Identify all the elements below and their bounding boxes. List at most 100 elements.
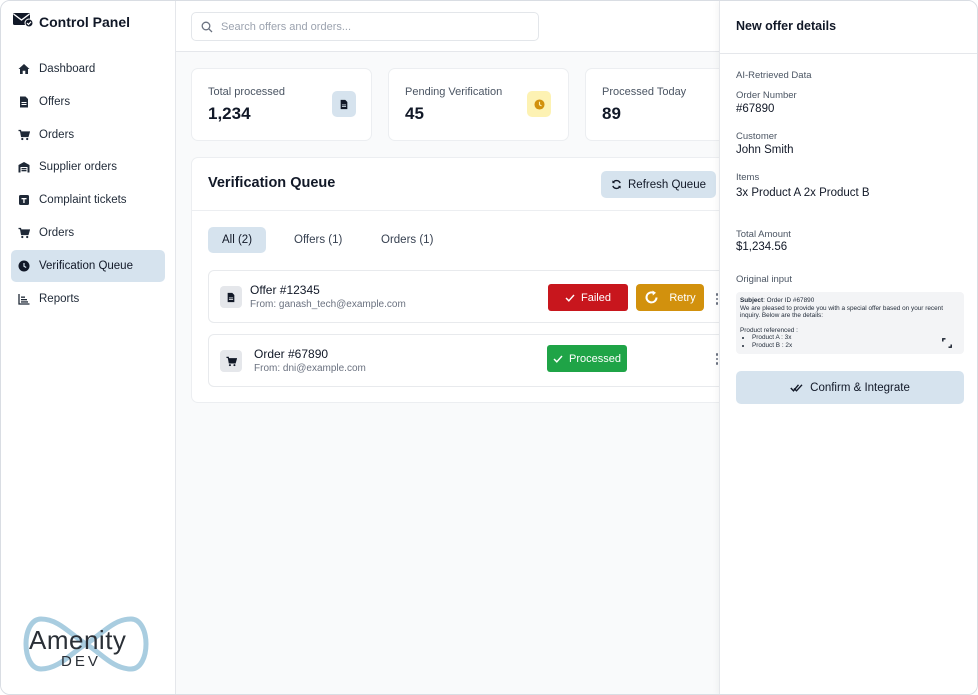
company-logo: Amenity DEV	[19, 613, 153, 675]
sidebar-item-label: Orders	[39, 128, 75, 141]
top-bar	[176, 1, 719, 52]
field-label-total-amount: Total Amount	[736, 229, 791, 240]
field-value-order-number: #67890	[736, 103, 775, 115]
stat-card-pending-verification: Pending Verification 45	[388, 68, 569, 141]
sidebar-item-label: Complaint tickets	[39, 194, 127, 207]
email-subject: : Order ID #67890	[763, 297, 815, 304]
logo-wordmark: Amenity	[29, 625, 127, 655]
status-label: Processed	[569, 352, 621, 365]
panel-title: New offer details	[736, 19, 837, 33]
row-sender: From: dni@example.com	[254, 363, 366, 374]
confirm-integrate-label: Confirm & Integrate	[810, 381, 910, 394]
sidebar-item-reports[interactable]: Reports	[11, 283, 165, 315]
email-product-item: Product B : 2x	[752, 342, 960, 350]
cart-icon	[18, 129, 30, 140]
search-icon	[201, 21, 213, 32]
sidebar-item-label: Offers	[39, 95, 71, 108]
field-label-order-number: Order Number	[736, 90, 797, 101]
email-subject-line: Subject: Order ID #67890	[740, 297, 960, 305]
original-input-preview[interactable]: Subject: Order ID #67890 We are pleased …	[736, 292, 964, 354]
status-label: Failed	[581, 291, 611, 304]
app-title: Control Panel	[39, 13, 131, 30]
field-label-items: Items	[736, 172, 760, 183]
document-icon	[20, 96, 28, 108]
expand-icon[interactable]	[942, 338, 952, 348]
email-subject-label: Subject	[740, 297, 764, 304]
check-icon	[565, 294, 575, 302]
sidebar-nav: Dashboard Offers Orders Supplier orders …	[11, 53, 165, 315]
retry-label: Retry	[669, 291, 696, 304]
sidebar-item-orders-2[interactable]: Orders	[11, 217, 165, 249]
sidebar-item-complaint-tickets[interactable]: Complaint tickets	[11, 184, 165, 216]
tab-offers[interactable]: Offers (1)	[280, 227, 356, 253]
verification-queue-panel: Verification Queue Refresh Queue All (2)…	[191, 157, 728, 403]
tab-label: Offers (1)	[294, 234, 343, 246]
clock-icon	[18, 260, 30, 272]
status-badge-processed[interactable]: Processed	[547, 345, 627, 372]
email-products-heading: Product referenced :	[740, 326, 798, 334]
stat-card-processed-today: Processed Today 89	[585, 68, 725, 141]
brand: Control Panel	[13, 11, 130, 32]
retry-button[interactable]: Retry	[636, 284, 704, 311]
sidebar-item-label: Supplier orders	[39, 161, 117, 174]
ticket-icon	[19, 195, 29, 206]
sidebar-item-label: Orders	[39, 226, 75, 239]
stat-label: Total processed	[208, 86, 286, 98]
queue-row-offer[interactable]: Offer #12345 From: ganash_tech@example.c…	[208, 270, 728, 323]
double-check-icon	[790, 383, 803, 392]
queue-row-order[interactable]: Order #67890 From: dni@example.com Proce…	[208, 334, 728, 387]
email-product-item: Product A : 3x	[752, 334, 960, 342]
search-input[interactable]	[221, 20, 521, 33]
row-title: Order #67890	[254, 347, 329, 361]
field-value-total-amount: $1,234.56	[736, 241, 788, 253]
cart-icon	[18, 227, 30, 239]
tab-all[interactable]: All (2)	[208, 227, 267, 253]
mail-check-icon	[13, 11, 34, 32]
check-icon	[553, 355, 563, 363]
refresh-queue-label: Refresh Queue	[628, 178, 706, 191]
tab-label: Orders (1)	[381, 234, 434, 246]
document-icon	[332, 91, 356, 117]
original-input-label: Original input	[736, 274, 792, 285]
sidebar: Control Panel Dashboard Offers Orders Su…	[1, 1, 176, 694]
sidebar-item-label: Reports	[39, 292, 80, 305]
stat-value: 45	[405, 104, 424, 123]
sidebar-item-label: Verification Queue	[39, 259, 133, 272]
logo-subtitle: DEV	[61, 653, 101, 670]
queue-title: Verification Queue	[208, 175, 336, 191]
refresh-icon	[612, 179, 621, 190]
retry-icon	[645, 290, 658, 304]
tab-label: All (2)	[222, 234, 253, 246]
refresh-queue-button[interactable]: Refresh Queue	[601, 171, 716, 198]
row-sender: From: ganash_tech@example.com	[250, 299, 406, 310]
sidebar-item-offers[interactable]: Offers	[11, 86, 165, 118]
divider	[192, 210, 720, 211]
sidebar-item-supplier-orders[interactable]: Supplier orders	[11, 151, 165, 183]
section-heading: AI-Retrieved Data	[736, 70, 812, 81]
sidebar-item-verification-queue[interactable]: Verification Queue	[11, 249, 165, 282]
warehouse-icon	[18, 162, 30, 173]
sidebar-item-label: Dashboard	[39, 63, 96, 75]
stat-value: 1,234	[208, 104, 251, 123]
row-title: Offer #12345	[250, 283, 320, 297]
stat-card-total-processed: Total processed 1,234	[191, 68, 372, 141]
stat-label: Processed Today	[602, 86, 687, 98]
app-window: Control Panel Dashboard Offers Orders Su…	[0, 0, 978, 695]
tab-orders[interactable]: Orders (1)	[367, 227, 447, 253]
field-value-items: 3x Product A 2x Product B	[736, 187, 870, 199]
field-value-customer: John Smith	[736, 144, 794, 156]
chart-icon	[18, 293, 30, 305]
clock-icon	[527, 91, 551, 117]
document-icon	[220, 286, 242, 308]
email-product-list: Product A : 3x Product B : 2x	[752, 334, 960, 349]
sidebar-item-orders[interactable]: Orders	[11, 119, 165, 151]
status-badge-failed[interactable]: Failed	[548, 284, 628, 311]
sidebar-item-dashboard[interactable]: Dashboard	[11, 53, 165, 85]
stat-value: 89	[602, 104, 621, 123]
cart-icon	[220, 350, 242, 372]
field-label-customer: Customer	[736, 131, 778, 142]
home-icon	[18, 64, 30, 74]
confirm-integrate-button[interactable]: Confirm & Integrate	[736, 371, 964, 404]
divider	[720, 53, 977, 54]
email-body: We are pleased to provide you with a spe…	[740, 304, 943, 320]
